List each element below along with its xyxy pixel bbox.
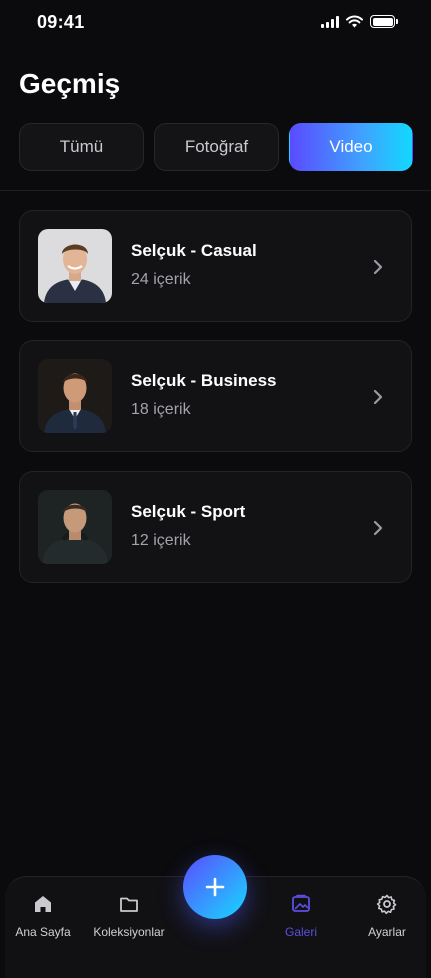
- avatar: [38, 490, 112, 564]
- chevron-right-icon: [373, 389, 383, 405]
- page-title: Geçmiş: [19, 68, 121, 99]
- collection-card-casual[interactable]: Selçuk - Casual 24 içerik: [19, 210, 412, 322]
- chevron-right-icon: [373, 259, 383, 275]
- nav-label: Ayarlar: [368, 925, 406, 939]
- collection-card-business[interactable]: Selçuk - Business 18 içerik: [19, 340, 412, 452]
- collection-card-sport[interactable]: Selçuk - Sport 12 içerik: [19, 471, 412, 583]
- avatar: [38, 359, 112, 433]
- collection-count: 24 içerik: [131, 271, 191, 288]
- status-icons: [321, 15, 398, 28]
- header-divider: [0, 190, 431, 191]
- collection-title: Selçuk - Casual: [131, 241, 257, 260]
- nav-label: Ana Sayfa: [15, 925, 71, 939]
- plus-icon: [205, 877, 225, 897]
- collection-title: Selçuk - Business: [131, 371, 277, 390]
- nav-label: Koleksiyonlar: [93, 925, 165, 939]
- collection-count: 12 içerik: [131, 532, 191, 549]
- filter-tabs: Tümü Fotoğraf Video: [19, 123, 413, 171]
- nav-item-settings[interactable]: Ayarlar: [342, 893, 431, 939]
- avatar: [38, 229, 112, 303]
- battery-icon: [370, 15, 398, 28]
- nav-item-home[interactable]: Ana Sayfa: [0, 893, 88, 939]
- nav-label: Galeri: [284, 925, 317, 939]
- signal-icon: [321, 15, 339, 28]
- status-time: 09:41: [37, 12, 85, 32]
- chevron-right-icon: [373, 520, 383, 536]
- wifi-icon: [346, 15, 363, 28]
- nav-item-gallery[interactable]: Galeri: [256, 893, 346, 939]
- home-icon: [35, 896, 51, 912]
- tab-photo[interactable]: Fotoğraf: [154, 123, 279, 171]
- status-bar: 09:41: [0, 0, 431, 46]
- collection-title: Selçuk - Sport: [131, 502, 246, 521]
- gear-icon: [376, 894, 397, 915]
- add-button[interactable]: [183, 855, 247, 919]
- collection-count: 18 içerik: [131, 401, 191, 418]
- folder-icon: [120, 897, 138, 912]
- tab-video[interactable]: Video: [289, 123, 413, 171]
- tab-all[interactable]: Tümü: [19, 123, 144, 171]
- nav-item-collections[interactable]: Koleksiyonlar: [84, 893, 174, 939]
- gallery-icon: [292, 894, 310, 912]
